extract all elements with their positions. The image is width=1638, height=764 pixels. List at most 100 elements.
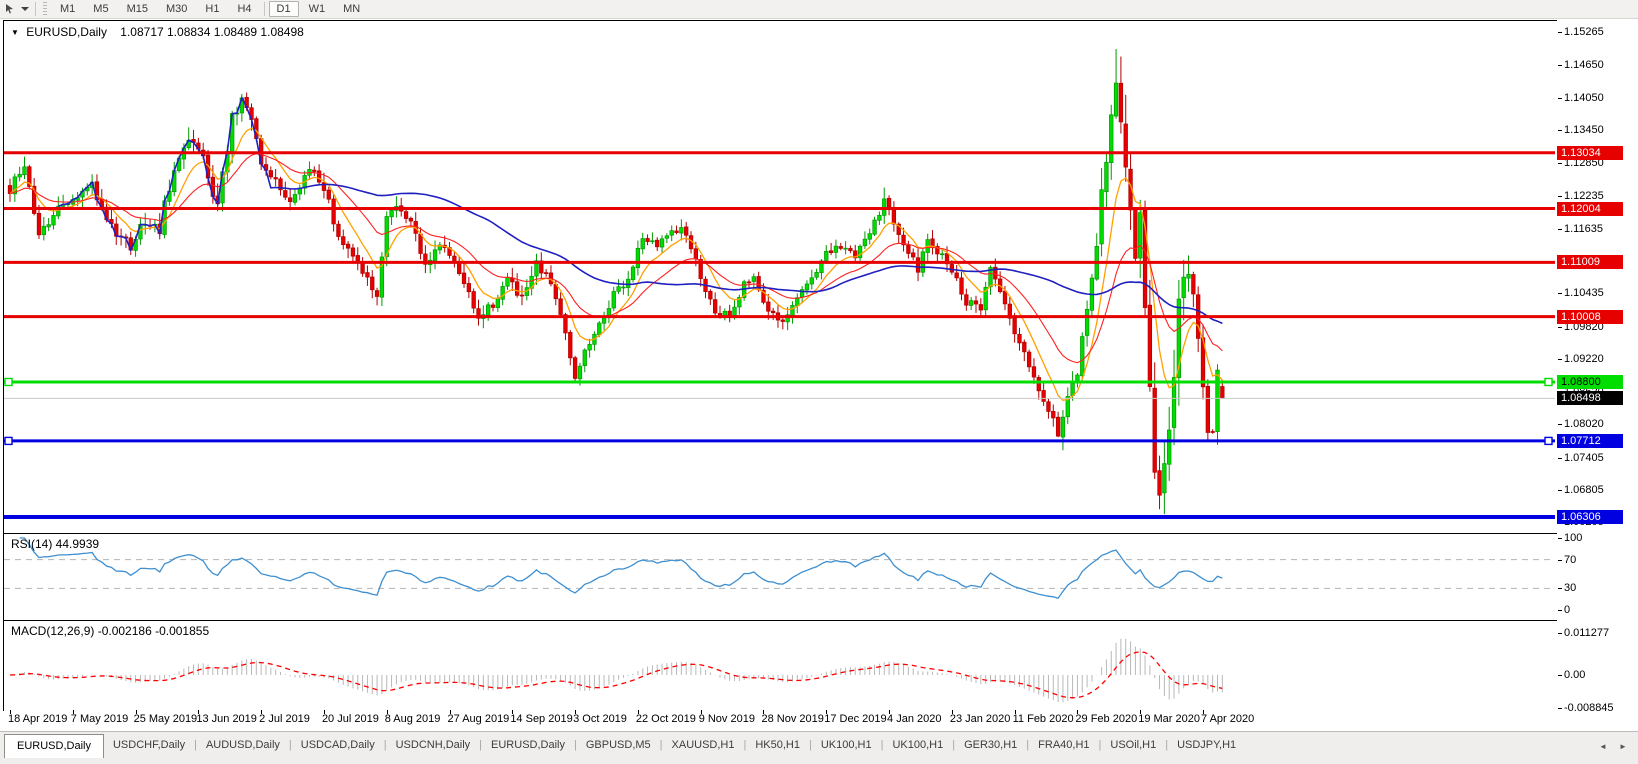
- price-axis[interactable]: 1.15265 1.14650 1.14050 1.13450 1.12850 1.122…: [1557, 20, 1638, 731]
- candle: [370, 270, 375, 299]
- candle: [143, 212, 148, 235]
- candle: [452, 251, 457, 268]
- candle: [664, 233, 670, 244]
- price-axis-label: 1.11635: [1564, 222, 1603, 235]
- candle: [46, 218, 51, 232]
- macd-panel[interactable]: MACD(12,26,9) -0.002186 -0.001855: [4, 621, 1557, 709]
- chart-ohlc-values: 1.08717 1.08834 1.08489 1.08498: [120, 25, 304, 39]
- chart-tab-uk100-h1[interactable]: UK100,H1: [812, 735, 881, 755]
- crosshair-tool-icon[interactable]: [2, 2, 18, 16]
- chart-tab-hk50-h1[interactable]: HK50,H1: [746, 735, 809, 755]
- line-handle[interactable]: [1544, 377, 1553, 387]
- timeframe-button-m1[interactable]: M1: [52, 1, 83, 17]
- candle: [587, 338, 592, 358]
- chart-tab-uk100-h1[interactable]: UK100,H1: [883, 735, 952, 755]
- candle: [1075, 373, 1080, 388]
- candle: [321, 172, 327, 199]
- chart-tab-usdjpy-h1[interactable]: USDJPY,H1: [1168, 735, 1245, 755]
- candle: [1026, 349, 1032, 373]
- rsi-axis-tick: [1558, 538, 1562, 539]
- chart-tab-usoil-h1[interactable]: USOil,H1: [1101, 735, 1165, 755]
- chart-title: ▼ EURUSD,Daily 1.08717 1.08834 1.08489 1…: [11, 25, 304, 39]
- candle: [534, 253, 539, 285]
- candle: [1041, 382, 1046, 406]
- chart-tab-ger30-h1[interactable]: GER30,H1: [955, 735, 1026, 755]
- ma-medium-line: [9, 153, 1223, 364]
- rsi-axis-label: 0: [1564, 604, 1571, 616]
- candle: [1060, 410, 1066, 451]
- candle: [848, 245, 853, 254]
- candle: [543, 269, 549, 277]
- line-handle[interactable]: [1544, 436, 1553, 446]
- chart-tab-eurusd-daily[interactable]: EURUSD,Daily: [4, 734, 104, 758]
- price-axis-tick: [1558, 228, 1562, 230]
- timeframe-button-h1[interactable]: H1: [197, 1, 227, 17]
- candle: [804, 280, 810, 295]
- chart-tab-gbpusd-m5[interactable]: GBPUSD,M5: [577, 735, 660, 755]
- chart-tab-xauusd-h1[interactable]: XAUUSD,H1: [663, 735, 744, 755]
- level-price-tag: 1.06306: [1557, 510, 1623, 525]
- time-axis-label: 19 Mar 2020: [1138, 713, 1200, 725]
- candle: [997, 271, 1003, 294]
- time-axis-label: 28 Nov 2019: [761, 713, 824, 725]
- price-axis-label: 1.06805: [1564, 484, 1604, 496]
- timeframe-button-group: M1 M5 M15 M30 H1 H4 D1 W1 MN: [51, 1, 369, 17]
- candle: [1089, 273, 1095, 319]
- timeframe-button-m5[interactable]: M5: [85, 1, 116, 17]
- collapse-chart-icon[interactable]: ▼: [11, 28, 19, 37]
- line-handle[interactable]: [4, 377, 13, 387]
- tab-scroll-right-icon[interactable]: ►: [1616, 740, 1630, 754]
- price-panel[interactable]: ▼ EURUSD,Daily 1.08717 1.08834 1.08489 1…: [4, 21, 1557, 534]
- candle: [360, 257, 365, 277]
- candle: [1186, 255, 1191, 292]
- chart-tab-fra40-h1[interactable]: FRA40,H1: [1029, 735, 1098, 755]
- timeframe-button-d1[interactable]: D1: [268, 1, 299, 17]
- time-axis-label: 22 Oct 2019: [635, 713, 696, 725]
- time-axis-label: 7 Apr 2020: [1201, 713, 1255, 725]
- candle: [940, 249, 945, 260]
- candle: [312, 166, 317, 177]
- candle: [592, 331, 597, 351]
- tab-scroll-left-icon[interactable]: ◄: [1596, 740, 1610, 754]
- chart-tab-audusd-daily[interactable]: AUDUSD,Daily: [197, 735, 289, 755]
- candle: [828, 242, 834, 256]
- time-axis-label: 27 Aug 2019: [447, 713, 510, 725]
- line-handle[interactable]: [4, 436, 13, 446]
- chart-tab-eurusd-daily[interactable]: EURUSD,Daily: [482, 735, 574, 755]
- candle: [331, 194, 336, 232]
- candle: [457, 256, 462, 276]
- tool-dropdown-caret-icon[interactable]: [21, 7, 29, 11]
- price-axis-label: 1.14650: [1564, 59, 1604, 72]
- candle: [640, 232, 645, 255]
- candle: [1109, 104, 1114, 180]
- chart-tab-usdcad-daily[interactable]: USDCAD,Daily: [292, 735, 384, 755]
- macd-axis-label: 0.00: [1564, 669, 1586, 681]
- chart-tab-usdchf-daily[interactable]: USDCHF,Daily: [104, 735, 194, 755]
- timeframe-button-w1[interactable]: W1: [301, 1, 334, 17]
- timeframe-button-h4[interactable]: H4: [229, 1, 259, 17]
- candle: [7, 178, 13, 202]
- candle: [1094, 233, 1099, 281]
- toolbar-separator: [35, 2, 36, 16]
- candle: [674, 225, 679, 235]
- timeframe-button-mn[interactable]: MN: [335, 1, 368, 17]
- candle: [1055, 411, 1061, 438]
- candle: [447, 242, 452, 259]
- candle: [1167, 406, 1172, 481]
- toolbar-grip-handle[interactable]: [43, 2, 47, 16]
- chart-tab-usdcnh-daily[interactable]: USDCNH,Daily: [387, 735, 480, 755]
- timeframe-button-m15[interactable]: M15: [119, 1, 156, 17]
- candle: [853, 244, 858, 263]
- candle: [969, 297, 974, 311]
- time-axis[interactable]: 18 Apr 2019 7 May 2019 25 May 2019 13 Jun 2…: [0, 710, 1557, 731]
- candle: [751, 273, 756, 289]
- price-axis-label: 1.07405: [1564, 451, 1604, 464]
- candlestick-chart[interactable]: [4, 21, 1555, 533]
- candle: [355, 247, 360, 271]
- level-price-tag: 1.12004: [1557, 201, 1623, 216]
- candle: [915, 248, 921, 282]
- candle: [374, 287, 380, 306]
- rsi-panel[interactable]: RSI(14) 44.9939: [4, 534, 1557, 621]
- timeframe-button-m30[interactable]: M30: [158, 1, 195, 17]
- rsi-label: RSI(14) 44.9939: [11, 537, 100, 551]
